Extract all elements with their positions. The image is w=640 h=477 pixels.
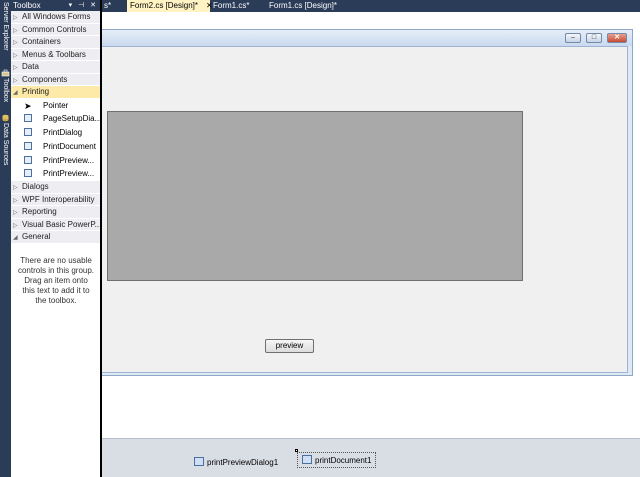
data-sources-icon (2, 114, 9, 122)
component-tray: printPreviewDialog1 printDocument1 (101, 438, 640, 477)
minimize-button[interactable]: – (565, 33, 581, 43)
tool-label: PageSetupDia... (43, 114, 100, 124)
tab-partial-label: s* (104, 1, 112, 10)
expand-arrow-icon: ▷ (13, 197, 18, 204)
document-tab-bar: s* Form2.cs [Design]* ✕ Form1.cs* Form1.c… (101, 0, 640, 12)
maximize-button[interactable]: □ (586, 33, 602, 43)
toolbox-window-buttons[interactable]: ▾ ⊣ ✕ (69, 0, 98, 11)
expand-arrow-icon: ▷ (13, 27, 18, 34)
category-dialogs[interactable]: ▷ Dialogs (11, 181, 100, 194)
close-button[interactable]: ✕ (607, 33, 627, 43)
tab-form1-code[interactable]: Form1.cs* (210, 0, 266, 12)
tab-form1-design[interactable]: Form1.cs [Design]* (266, 0, 356, 12)
form-title-bar[interactable]: – □ ✕ (101, 30, 632, 46)
selection-handle[interactable] (295, 449, 298, 452)
server-explorer-label: Server Explorer (2, 2, 9, 51)
tool-label: PrintDialog (43, 128, 83, 138)
server-explorer-tab[interactable]: Server Explorer (0, 2, 11, 51)
toolbox-list: ▷ All Windows Forms ▷ Common Controls ▷ Con… (11, 11, 100, 244)
tool-label: PrintPreview... (43, 155, 95, 165)
category-label: Menus & Toolbars (22, 49, 86, 59)
tab-form2-design[interactable]: Form2.cs [Design]* ✕ (127, 0, 213, 12)
category-reporting[interactable]: ▷ Reporting (11, 206, 100, 219)
tool-print-preview-control[interactable]: PrintPreview... (11, 153, 100, 168)
design-surface[interactable]: – □ ✕ preview (101, 12, 640, 438)
expand-arrow-icon: ▷ (13, 15, 18, 21)
category-label: Dialogs (22, 182, 49, 192)
print-preview-control-icon (24, 155, 32, 164)
print-document-icon (302, 455, 312, 464)
page-setup-dialog-icon (24, 114, 32, 123)
expand-arrow-icon: ▷ (13, 210, 18, 217)
tool-page-setup-dialog[interactable]: PageSetupDia... (11, 112, 100, 127)
form-client-area[interactable]: preview (101, 46, 628, 373)
preview-panel[interactable] (107, 111, 523, 281)
category-general[interactable]: ◢ General (11, 231, 100, 244)
print-document-component[interactable]: printDocument1 (297, 452, 377, 468)
collapse-arrow-icon: ◢ (13, 235, 18, 242)
category-all-windows-forms[interactable]: ▷ All Windows Forms (11, 11, 100, 24)
category-common-controls[interactable]: ▷ Common Controls (11, 23, 100, 36)
category-label: Data (22, 62, 39, 71)
category-menus-toolbars[interactable]: ▷ Menus & Toolbars (11, 48, 100, 61)
expand-arrow-icon: ▷ (13, 222, 18, 229)
category-label: Reporting (22, 207, 57, 217)
collapse-arrow-icon: ◢ (13, 90, 18, 96)
category-label: Visual Basic PowerP... (22, 219, 100, 229)
tool-print-preview-dialog[interactable]: PrintPreview... (11, 167, 100, 182)
expand-arrow-icon: ▷ (13, 185, 18, 192)
category-label: Containers (22, 37, 61, 46)
toolbox-icon (1, 69, 10, 77)
data-sources-label: Data Sources (2, 123, 9, 166)
toolbox-tab[interactable]: Toolbox (0, 68, 11, 102)
category-label: WPF Interoperability (22, 194, 95, 204)
category-data[interactable]: ▷ Data (11, 61, 100, 74)
toolbox-title: Toolbox (13, 1, 41, 10)
print-preview-dialog-icon (194, 457, 204, 466)
data-sources-tab[interactable]: Data Sources (0, 113, 11, 165)
side-panel-strip: Server Explorer Toolbox Data Sources (0, 0, 11, 477)
tab-form1-code-label: Form1.cs* (213, 1, 250, 10)
toolbox-title-bar: Toolbox ▾ ⊣ ✕ (11, 0, 100, 11)
print-preview-dialog-component[interactable]: printPreviewDialog1 (194, 455, 278, 471)
tool-print-dialog[interactable]: PrintDialog (11, 126, 100, 140)
category-label: General (22, 232, 51, 242)
tool-label: Pointer (43, 100, 69, 110)
print-document-icon (24, 141, 32, 150)
expand-arrow-icon: ▷ (13, 40, 18, 46)
form-window[interactable]: – □ ✕ preview (101, 29, 633, 376)
toolbox-empty-message: There are no usable controls in this gro… (17, 256, 95, 305)
print-preview-dialog-icon (24, 169, 32, 178)
pointer-icon: ➤ (24, 100, 32, 111)
expand-arrow-icon: ▷ (13, 77, 18, 84)
tool-label: PrintPreview... (43, 169, 95, 179)
preview-button[interactable]: preview (265, 339, 314, 353)
tool-print-document[interactable]: PrintDocument (11, 139, 100, 154)
category-label: Common Controls (22, 24, 87, 34)
category-printing[interactable]: ◢ Printing (11, 86, 100, 99)
category-visual-basic-powerpacks[interactable]: ▷ Visual Basic PowerP... (11, 218, 100, 232)
category-label: Components (22, 74, 68, 84)
category-label: All Windows Forms (22, 12, 91, 21)
category-wpf-interoperability[interactable]: ▷ WPF Interoperability (11, 193, 100, 207)
tool-label: PrintDocument (43, 141, 96, 151)
component-label: printDocument1 (315, 456, 372, 465)
category-label: Printing (22, 87, 50, 96)
tool-pointer[interactable]: ➤ Pointer (11, 98, 100, 113)
toolbox-tab-label: Toolbox (2, 78, 9, 103)
toolbox-panel: Toolbox ▾ ⊣ ✕ ▷ All Windows Forms ▷ Common… (11, 0, 102, 477)
tab-partial[interactable]: s* (101, 0, 127, 12)
print-dialog-icon (24, 128, 32, 137)
category-components[interactable]: ▷ Components (11, 73, 100, 86)
tab-form1-design-label: Form1.cs [Design]* (269, 1, 338, 10)
component-label: printPreviewDialog1 (207, 458, 279, 467)
expand-arrow-icon: ▷ (13, 52, 18, 59)
expand-arrow-icon: ▷ (13, 65, 18, 71)
tab-form2-design-label: Form2.cs [Design]* (130, 1, 199, 10)
category-containers[interactable]: ▷ Containers (11, 36, 100, 49)
